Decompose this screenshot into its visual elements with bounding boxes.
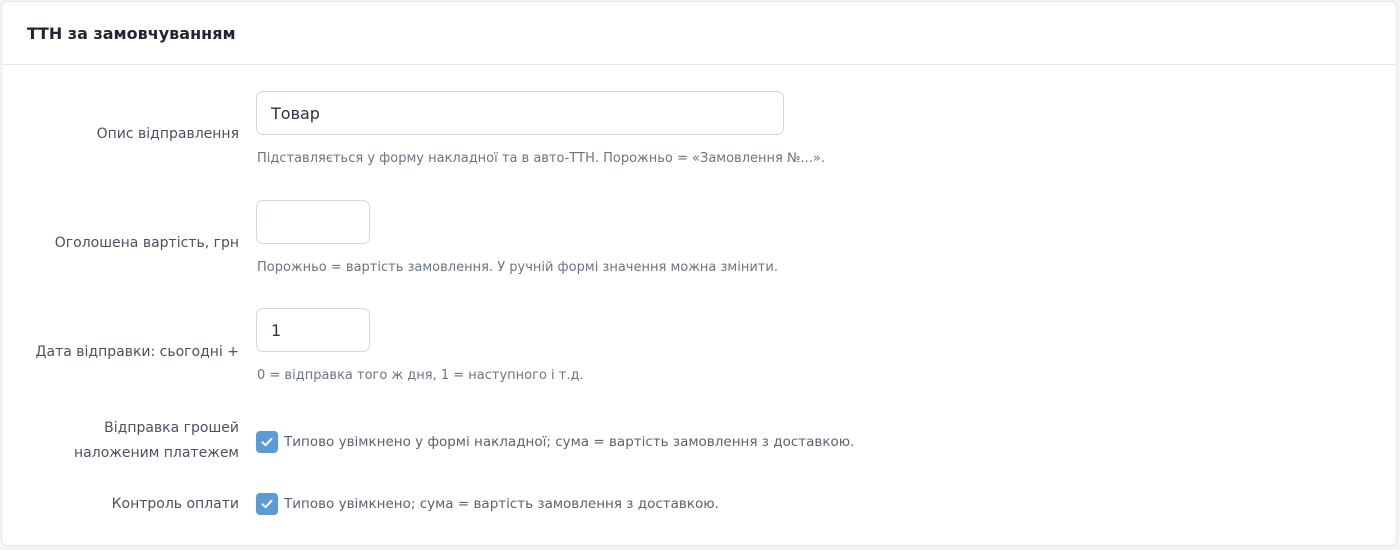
- declared-value-input[interactable]: [256, 200, 370, 244]
- card-header: ТТН за замовчуванням: [2, 2, 1396, 65]
- payment-control-checkbox[interactable]: [256, 493, 278, 515]
- ship-date-help: 0 = відправка того ж дня, 1 = наступного…: [257, 368, 584, 383]
- card-title: ТТН за замовчуванням: [27, 23, 236, 43]
- default-waybill-card: ТТН за замовчуванням Опис відправлення П…: [1, 1, 1397, 546]
- checkmark-icon: [261, 437, 273, 447]
- declared-value-help: Порожньо = вартість замовлення. У ручній…: [257, 260, 778, 275]
- cod-text: Типово увімкнено у формі накладної; сума…: [284, 434, 855, 450]
- description-input[interactable]: [256, 91, 784, 135]
- checkmark-icon: [261, 499, 273, 509]
- description-help: Підставляється у форму накладної та в ав…: [257, 151, 825, 166]
- payment-control-text: Типово увімкнено; сума = вартість замовл…: [284, 496, 719, 512]
- declared-value-label: Оголошена вартість, грн: [54, 235, 239, 251]
- cod-label-line1: Відправка грошей: [104, 420, 239, 436]
- ship-date-label: Дата відправки: сьогодні +: [35, 344, 239, 360]
- ship-date-input[interactable]: [256, 308, 370, 352]
- payment-control-label: Контроль оплати: [111, 496, 239, 512]
- cod-label-line2: наложеним платежем: [74, 445, 239, 461]
- description-label: Опис відправлення: [96, 126, 239, 142]
- cod-checkbox[interactable]: [256, 431, 278, 453]
